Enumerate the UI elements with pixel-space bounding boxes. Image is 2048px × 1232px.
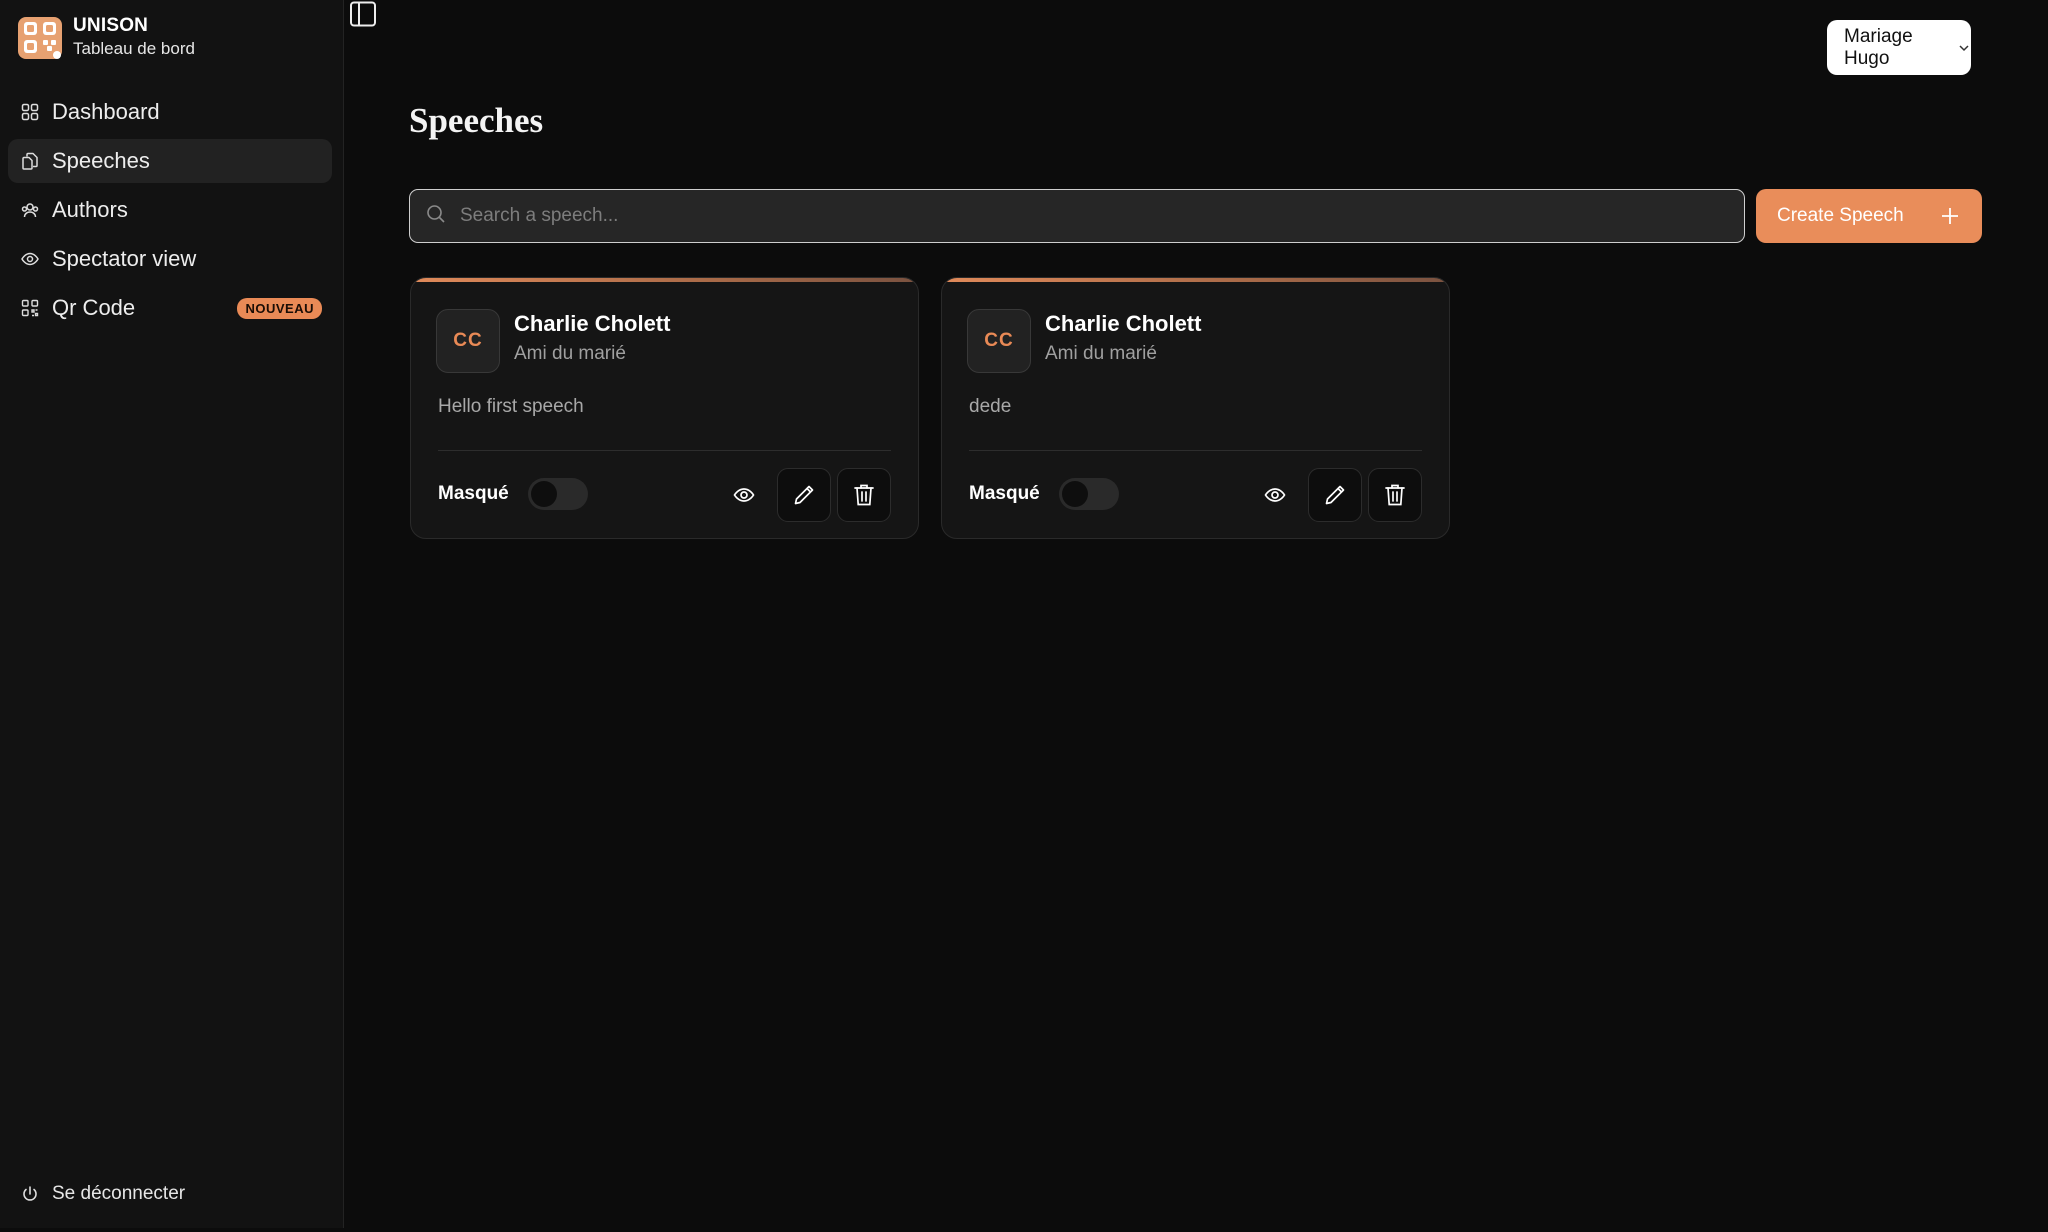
eye-icon — [20, 249, 40, 269]
author-role: Ami du marié — [514, 343, 626, 364]
project-selector[interactable]: Mariage Hugo — [1827, 20, 1971, 75]
sidebar-toggle-button[interactable] — [348, 0, 378, 28]
logout-label: Se déconnecter — [52, 1183, 186, 1204]
brand-text: UNISON Tableau de bord — [73, 14, 195, 60]
create-speech-label: Create Speech — [1777, 205, 1904, 226]
brand-subtitle: Tableau de bord — [73, 39, 195, 58]
author-name: Charlie Cholett — [1045, 311, 1202, 336]
author-avatar: CC — [967, 309, 1031, 373]
sidebar: UNISON Tableau de bord Dashboard Speeche… — [0, 0, 344, 1228]
author-avatar: CC — [436, 309, 500, 373]
toggle-knob — [531, 481, 557, 507]
sidebar-item-spectator-view[interactable]: Spectator view — [8, 237, 332, 281]
visibility-label: Masqué — [969, 483, 1040, 504]
card-divider — [969, 450, 1422, 451]
create-speech-button[interactable]: Create Speech — [1756, 189, 1982, 243]
grid-icon — [20, 102, 40, 122]
plus-icon — [1940, 206, 1960, 226]
card-divider — [438, 450, 891, 451]
sidebar-item-label: Authors — [52, 197, 128, 222]
search-icon — [426, 204, 446, 229]
documents-icon — [20, 151, 40, 171]
sidebar-nav: Dashboard Speeches Authors Spectator vie… — [8, 90, 332, 335]
author-name: Charlie Cholett — [514, 311, 671, 336]
eye-icon — [1264, 488, 1286, 502]
main-content: Mariage Hugo Speeches Create Speech CC C… — [344, 0, 2048, 1232]
eye-icon — [733, 488, 755, 502]
sidebar-item-speeches[interactable]: Speeches — [8, 139, 332, 183]
sidebar-item-qr-code[interactable]: Qr Code NOUVEAU — [8, 286, 332, 330]
sidebar-panel-icon — [350, 1, 376, 27]
speech-text: dede — [969, 396, 1012, 417]
search-bar — [409, 189, 1745, 243]
new-badge: NOUVEAU — [237, 297, 322, 319]
sidebar-item-label: Qr Code — [52, 295, 136, 320]
sidebar-item-label: Speeches — [52, 148, 150, 173]
app-root: UNISON Tableau de bord Dashboard Speeche… — [0, 0, 2048, 1232]
chevron-down-icon — [1957, 41, 1971, 55]
power-icon — [20, 1184, 40, 1204]
preview-button[interactable] — [1258, 478, 1292, 512]
sidebar-item-label: Spectator view — [52, 246, 197, 271]
speech-card: CC Charlie Cholett Ami du marié Hello fi… — [410, 277, 919, 539]
logout-button[interactable]: Se déconnecter — [20, 1183, 185, 1205]
preview-button[interactable] — [727, 478, 761, 512]
visibility-toggle[interactable] — [1059, 478, 1119, 510]
pencil-icon — [1325, 485, 1345, 505]
qr-code-icon — [20, 298, 40, 318]
sidebar-item-label: Dashboard — [52, 99, 160, 124]
search-input[interactable] — [460, 205, 1660, 227]
visibility-toggle[interactable] — [528, 478, 588, 510]
qr-logo-icon — [18, 17, 62, 59]
sidebar-item-authors[interactable]: Authors — [8, 188, 332, 232]
speech-text: Hello first speech — [438, 396, 584, 417]
delete-button[interactable] — [837, 468, 891, 522]
author-role: Ami du marié — [1045, 343, 1157, 364]
pencil-icon — [794, 485, 814, 505]
speech-card: CC Charlie Cholett Ami du marié dede Mas… — [941, 277, 1450, 539]
sidebar-item-dashboard[interactable]: Dashboard — [8, 90, 332, 134]
page-title: Speeches — [409, 101, 544, 140]
trash-icon — [854, 484, 874, 506]
users-icon — [20, 200, 40, 220]
delete-button[interactable] — [1368, 468, 1422, 522]
edit-button[interactable] — [777, 468, 831, 522]
trash-icon — [1385, 484, 1405, 506]
edit-button[interactable] — [1308, 468, 1362, 522]
project-selector-label: Mariage Hugo — [1844, 25, 1913, 69]
toggle-knob — [1062, 481, 1088, 507]
brand[interactable]: UNISON Tableau de bord — [16, 13, 195, 61]
visibility-label: Masqué — [438, 483, 509, 504]
brand-name: UNISON — [73, 15, 149, 36]
